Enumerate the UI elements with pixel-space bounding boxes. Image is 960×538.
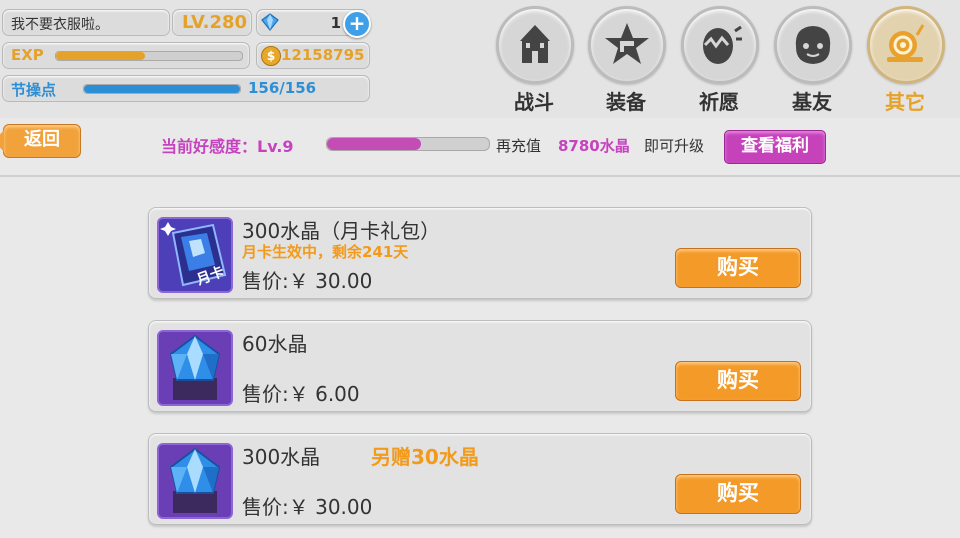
castle-icon [520,25,550,63]
stamina-label: 节操点 [11,81,57,99]
coin-count: 12158795 [281,46,365,64]
nav-others-circle [867,6,945,84]
friend-face-icon [795,26,831,64]
nav-friends-label: 基友 [792,90,832,114]
gem-counter: 1 + [256,9,371,38]
exp-bar-fill [56,52,146,60]
shop-item-monthly-card: 月卡 300水晶（月卡礼包） 月卡生效中，剩余241天 售价:￥ 30.00 购… [148,207,812,299]
buy-button[interactable]: 购买 [675,248,801,288]
recharge-suffix: 即可升级 [644,137,705,155]
buy-button[interactable]: 购买 [675,361,801,401]
nav-equipment[interactable]: 装备 [587,6,666,114]
item-title: 300水晶 [242,445,321,469]
back-button[interactable]: 返回 [0,124,81,158]
player-level: LV.280 [182,12,248,33]
item-price: 售价:￥ 30.00 [242,495,373,519]
recharge-amount: 8780水晶 [558,137,630,155]
view-benefits-button[interactable]: 查看福利 [724,130,826,164]
nav-others-label: 其它 [885,90,925,114]
nav-battle-circle [496,6,574,84]
buy-button[interactable]: 购买 [675,474,801,514]
item-subtitle: 月卡生效中，剩余241天 [242,243,409,261]
nav-friends-circle [774,6,852,84]
stamina-box: 节操点 156/156 [2,75,370,102]
exp-box: EXP [2,42,250,69]
item-price: 售价:￥ 6.00 [242,382,360,406]
shop-item-300-crystals: 300水晶 另赠30水晶 售价:￥ 30.00 购买 [148,433,812,525]
add-gems-button[interactable]: + [343,10,371,38]
top-status-bar: 我不要衣服啦。 LV.280 1 + EXP $ 12158795 节操点 15… [0,0,960,118]
divider [0,175,960,177]
item-bonus: 另赠30水晶 [371,445,479,469]
crystal-thumbnail [157,443,233,519]
nav-equipment-label: 装备 [606,90,646,114]
nav-wish-circle [681,6,759,84]
crystal-icon [159,332,231,404]
favor-progress-fill [327,138,421,150]
player-name: 我不要衣服啦。 [11,17,109,33]
nav-equipment-circle [588,6,666,84]
snail-icon [887,24,925,62]
item-title: 300水晶（月卡礼包） [242,219,441,243]
item-price: 售价:￥ 30.00 [242,269,373,293]
crystal-thumbnail [157,330,233,406]
coin-counter: $ 12158795 [256,42,370,69]
nav-battle[interactable]: 战斗 [495,6,574,114]
crystal-icon [159,445,231,517]
nav-wish[interactable]: 祈愿 [680,6,759,114]
favor-level-label: 当前好感度：Lv.9 [161,137,294,156]
stamina-bar [83,84,241,94]
favor-progress-bar [326,137,490,151]
exp-label: EXP [11,46,44,64]
nav-wish-label: 祈愿 [699,90,739,114]
star-gun-icon [605,23,649,64]
monthly-card-icon: 月卡 [159,219,231,291]
nav-others[interactable]: 其它 [866,6,945,114]
coin-icon: $ [261,46,281,66]
stamina-value: 156/156 [248,79,317,97]
monthly-card-thumbnail: 月卡 [157,217,233,293]
nav-battle-label: 战斗 [514,90,554,114]
gem-icon [261,13,279,31]
shop-item-60-crystals: 60水晶 售价:￥ 6.00 购买 [148,320,812,412]
egg-icon [703,25,742,64]
player-level-box: LV.280 [172,9,252,36]
player-name-box: 我不要衣服啦。 [2,9,170,36]
item-title: 60水晶 [242,332,308,356]
exp-bar [55,51,243,61]
stamina-bar-fill [84,85,240,93]
gem-count: 1 [330,14,341,32]
nav-friends[interactable]: 基友 [773,6,852,114]
recharge-prefix: 再充值 [496,137,542,155]
